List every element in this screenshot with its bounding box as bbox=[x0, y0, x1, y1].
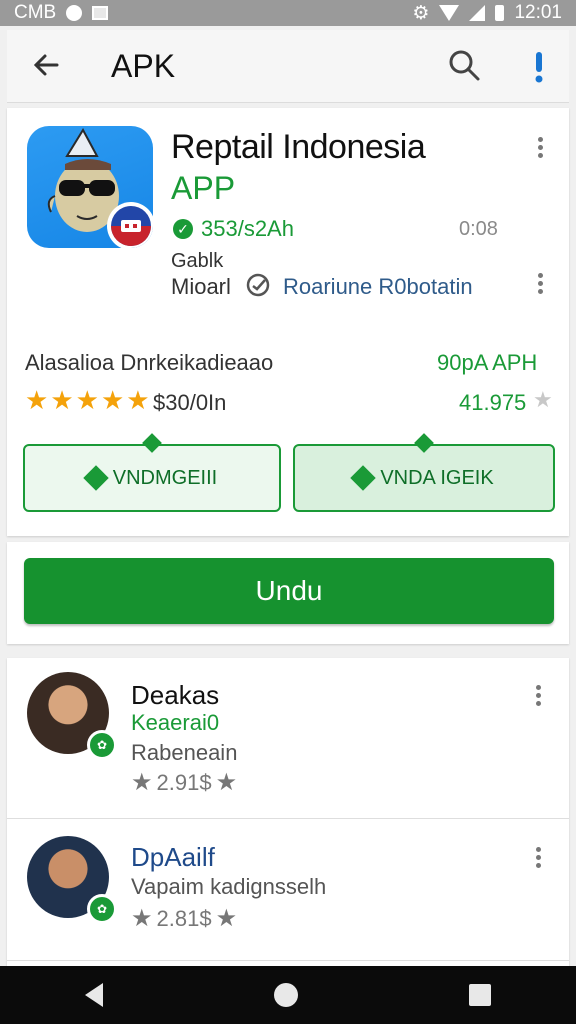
reviewer-name: Deakas bbox=[131, 680, 220, 710]
verify-row: ✓ 353/s2Ah bbox=[173, 216, 294, 242]
badge-icon: ✿ bbox=[87, 894, 117, 924]
clock: 12:01 bbox=[514, 2, 562, 23]
price-text: 90pA APH bbox=[437, 350, 538, 375]
button-label: VNDA IGEIK bbox=[380, 466, 494, 489]
star-icon: ★ bbox=[25, 385, 49, 415]
star-icon: ★ bbox=[75, 385, 99, 415]
nav-recents-icon[interactable] bbox=[468, 984, 491, 1006]
reviews-card: ✿ Deakas Keaerai0 Rabeneain ★ 2.91$ ★ ✿ … bbox=[7, 658, 569, 968]
reviewer-subtitle: Keaerai0 bbox=[131, 710, 220, 735]
option-button-right[interactable]: VNDA IGEIK bbox=[293, 433, 555, 512]
category-label: Gablk bbox=[171, 250, 224, 272]
app-details-card: Reptail Indonesia APP ✓ 353/s2Ah 0:08 Ga… bbox=[7, 108, 569, 536]
info-icon[interactable] bbox=[529, 48, 549, 84]
verify-text: 353/s2Ah bbox=[201, 216, 294, 241]
star-icon: ★ bbox=[533, 387, 553, 412]
app-icon[interactable] bbox=[27, 126, 153, 248]
button-label: VNDMGEIII bbox=[112, 466, 218, 489]
review-item[interactable]: ✿ Deakas Keaerai0 Rabeneain ★ 2.91$ ★ bbox=[7, 658, 569, 819]
top-app-bar: APK bbox=[7, 30, 569, 103]
system-nav-bar bbox=[0, 966, 576, 1024]
rating-text: $30/0In bbox=[153, 390, 227, 415]
app-name: Reptail Indonesia bbox=[171, 128, 426, 166]
star-icon: ★ bbox=[215, 769, 238, 796]
page-title: APK bbox=[111, 48, 176, 84]
download-icon bbox=[83, 465, 109, 491]
wifi-icon bbox=[439, 5, 460, 21]
review-rating: ★ 2.81$ ★ bbox=[131, 904, 237, 933]
more-options-icon[interactable] bbox=[535, 134, 545, 161]
review-rating-value: 2.81$ bbox=[156, 905, 212, 931]
download-icon bbox=[350, 465, 377, 491]
more-options-icon[interactable] bbox=[535, 270, 545, 297]
rating-stars: ★ ★ ★ ★ ★ bbox=[25, 386, 150, 414]
option-button-left[interactable]: VNDMGEIII bbox=[23, 433, 281, 512]
download-icon bbox=[414, 433, 434, 453]
nav-home-icon[interactable] bbox=[273, 983, 298, 1007]
review-rating: ★ 2.91$ ★ bbox=[131, 768, 237, 797]
reviewer-location: Rabeneain bbox=[131, 740, 238, 765]
star-icon: ★ bbox=[126, 385, 150, 415]
developer-label: Mioarl bbox=[171, 274, 231, 299]
review-rating-value: 2.91$ bbox=[156, 769, 212, 795]
notification-icon bbox=[66, 5, 83, 21]
reviewer-name: DpAailf bbox=[131, 842, 215, 872]
star-icon: ★ bbox=[215, 905, 238, 932]
install-button[interactable]: Undu bbox=[24, 558, 554, 624]
download-icon bbox=[142, 433, 162, 453]
mascot-logo bbox=[47, 127, 153, 248]
app-subtitle: APP bbox=[171, 170, 236, 206]
calendar-icon bbox=[92, 6, 109, 20]
verified-icon: ✓ bbox=[173, 219, 193, 239]
more-options-icon[interactable] bbox=[533, 682, 543, 709]
alarm-icon: ⚙ bbox=[412, 2, 430, 24]
developer-icon bbox=[246, 273, 270, 297]
star-icon: ★ bbox=[100, 385, 125, 415]
battery-icon bbox=[495, 5, 505, 21]
description-text: Alasalioa Dnrkeikadieaao bbox=[25, 350, 274, 375]
reviewer-line: Vapaim kadignsselh bbox=[131, 874, 327, 899]
install-card: Undu bbox=[7, 542, 569, 644]
search-icon[interactable] bbox=[447, 48, 481, 82]
badge-icon: ✿ bbox=[87, 730, 117, 760]
top-count: 0:08 bbox=[459, 218, 498, 240]
signal-icon bbox=[469, 5, 486, 21]
nav-back-icon[interactable] bbox=[85, 983, 104, 1007]
score-text: 41.975 bbox=[459, 390, 527, 415]
star-icon: ★ bbox=[131, 769, 153, 796]
more-options-icon[interactable] bbox=[533, 844, 543, 871]
review-item[interactable]: ✿ DpAailf Vapaim kadignsselh ★ 2.81$ ★ bbox=[7, 820, 569, 961]
status-bar: CMB ⚙ 12:01 bbox=[0, 0, 576, 26]
back-arrow-icon[interactable] bbox=[31, 50, 61, 80]
carrier-label: CMB bbox=[14, 2, 57, 23]
star-icon: ★ bbox=[131, 905, 153, 932]
developer-name-link[interactable]: Roariune R0botatin bbox=[283, 274, 473, 300]
star-icon: ★ bbox=[50, 385, 74, 415]
